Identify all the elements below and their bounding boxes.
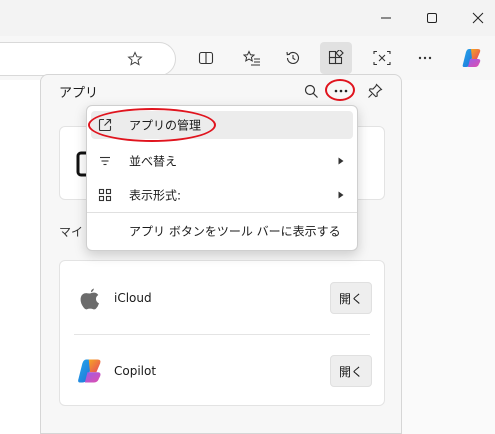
split-screen-button[interactable] [190,42,222,74]
copilot-icon [462,49,481,67]
panel-title: アプリ [59,86,99,101]
title-bar [0,0,495,36]
search-icon [304,84,318,98]
menu-item-show-toolbar-button[interactable]: アプリ ボタンをツール バーに表示する [91,217,353,245]
panel-search-button[interactable] [299,79,323,103]
apps-icon [328,50,344,65]
minimize-icon [381,17,391,19]
open-button[interactable]: 開く [330,282,372,314]
open-button[interactable]: 開く [330,355,372,387]
history-icon [286,51,300,64]
my-apps-card: iCloud 開く Copilot 開く [59,260,385,406]
menu-label: アプリ ボタンをツール バーに表示する [129,224,341,239]
copilot-button[interactable] [456,42,488,74]
app-row-copilot: Copilot 開く [60,341,384,401]
close-window-button[interactable] [455,0,495,36]
sort-icon [97,153,113,169]
apps-button[interactable] [320,42,352,74]
open-external-icon [97,117,113,133]
app-row-icloud: iCloud 開く [60,268,384,328]
menu-item-view-style[interactable]: 表示形式: [91,181,353,209]
more-icon [418,56,432,60]
panel-pin-button[interactable] [363,79,387,103]
close-icon [472,12,484,24]
panel-more-button[interactable] [329,79,353,103]
apps-more-menu: アプリの管理 並べ替え 表示形式: アプリ ボタンをツール バーに表示する [86,105,358,251]
screenshot-button[interactable] [366,42,398,74]
screenshot-icon [373,50,391,66]
split-screen-icon [198,51,214,65]
submenu-arrow-icon [337,191,345,199]
favorites-icon [243,50,260,66]
divider [74,334,370,335]
favorites-button[interactable] [236,42,268,74]
section-label: マイ [59,225,84,239]
address-bar[interactable] [0,42,176,76]
app-name: Copilot [114,364,157,378]
menu-divider [87,212,357,213]
menu-item-sort[interactable]: 並べ替え [91,147,353,175]
star-icon [127,51,143,66]
maximize-button[interactable] [409,0,455,36]
menu-label: 並べ替え [129,154,178,169]
submenu-arrow-icon [337,157,345,165]
grid-icon [97,187,113,203]
menu-label: アプリの管理 [129,118,202,133]
app-name: iCloud [114,291,152,305]
menu-label: 表示形式: [129,188,182,203]
maximize-icon [427,13,437,23]
pin-icon [368,83,383,98]
menu-item-manage-apps[interactable]: アプリの管理 [91,111,353,139]
apple-logo [76,284,104,312]
favorite-button[interactable] [127,51,143,67]
copilot-logo [76,357,104,385]
minimize-button[interactable] [363,0,409,36]
history-button[interactable] [277,42,309,74]
more-icon [334,89,348,93]
page-left-strip [0,80,41,434]
settings-more-button[interactable] [409,42,441,74]
